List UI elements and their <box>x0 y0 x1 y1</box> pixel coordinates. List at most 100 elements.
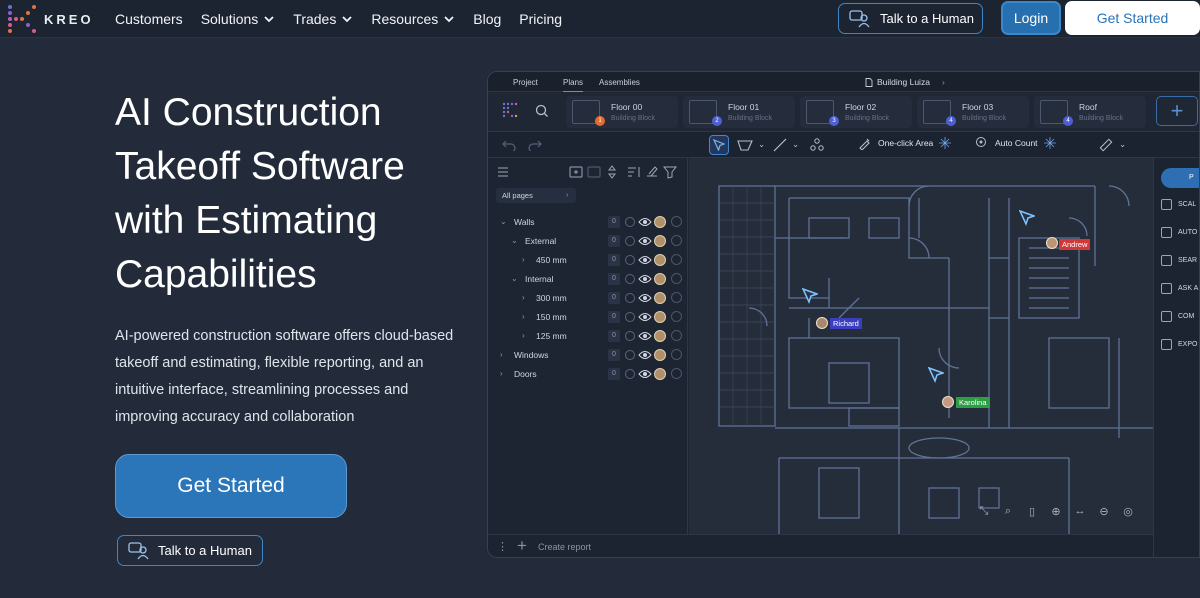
link-icon[interactable] <box>671 292 682 303</box>
3d-view-icon[interactable]: ◎ <box>1120 503 1136 519</box>
one-click-area-tool[interactable]: One-click Area <box>858 136 952 150</box>
floor-card[interactable]: 1 Floor 00 Building Block <box>566 96 678 128</box>
link-icon[interactable] <box>671 311 682 322</box>
eye-icon[interactable] <box>638 330 652 342</box>
login-button[interactable]: Login <box>1001 1 1061 35</box>
ruler-icon[interactable] <box>1099 138 1113 152</box>
chevron-down-icon[interactable]: ⌄ <box>511 236 518 245</box>
floor-card[interactable]: 3 Floor 02 Building Block <box>800 96 912 128</box>
color-dot-icon[interactable] <box>625 369 635 379</box>
floor-card[interactable]: 2 Floor 01 Building Block <box>683 96 795 128</box>
get-started-nav-button[interactable]: Get Started <box>1065 1 1200 35</box>
logo[interactable]: KREO <box>8 5 94 33</box>
chevron-right-icon[interactable]: › <box>500 350 503 359</box>
floor-plan-canvas[interactable]: Andrew Richard Karolina <box>689 158 1153 534</box>
tree-row[interactable]: ⌄ Walls 0 <box>488 213 688 232</box>
project-breadcrumb[interactable]: Building Luiza › <box>865 77 945 87</box>
nav-item-trades[interactable]: Trades <box>293 11 353 27</box>
eye-icon[interactable] <box>638 235 652 247</box>
get-started-button[interactable]: Get Started <box>115 454 347 518</box>
tab-project[interactable]: Project <box>513 78 538 87</box>
apps-grid-icon[interactable] <box>502 102 522 122</box>
color-dot-icon[interactable] <box>625 331 635 341</box>
tree-row[interactable]: › 150 mm 0 <box>488 308 688 327</box>
chevron-down-icon[interactable]: ⌄ <box>758 139 765 150</box>
chevron-right-icon[interactable]: › <box>522 331 525 340</box>
right-panel-item[interactable]: SCAL <box>1161 199 1196 210</box>
eye-icon[interactable] <box>638 254 652 266</box>
tree-row[interactable]: › 300 mm 0 <box>488 289 688 308</box>
undo-icon[interactable] <box>502 139 516 151</box>
eye-icon[interactable] <box>638 368 652 380</box>
map-icon[interactable]: ▯ <box>1024 503 1040 519</box>
nav-item-solutions[interactable]: Solutions <box>201 11 276 27</box>
link-icon[interactable] <box>671 254 682 265</box>
nav-item-pricing[interactable]: Pricing <box>519 11 562 27</box>
search-icon[interactable] <box>535 104 549 118</box>
link-icon[interactable] <box>671 349 682 360</box>
redo-icon[interactable] <box>528 139 542 151</box>
chevron-down-icon[interactable]: ⌄ <box>511 274 518 283</box>
chevron-down-icon[interactable]: ⌄ <box>500 217 507 226</box>
eye-icon[interactable] <box>638 349 652 361</box>
more-vertical-icon[interactable]: ⋮ <box>497 540 508 553</box>
chevron-right-icon[interactable]: › <box>522 293 525 302</box>
zoom-search-icon[interactable]: ⌕ <box>1000 503 1016 519</box>
auto-count-tool[interactable]: Auto Count <box>975 136 1056 150</box>
tree-row[interactable]: › 450 mm 0 <box>488 251 688 270</box>
color-dot-icon[interactable] <box>625 293 635 303</box>
line-tool-icon[interactable] <box>773 138 787 152</box>
chevron-right-icon[interactable]: › <box>522 312 525 321</box>
right-panel-item[interactable]: AUTO <box>1161 227 1197 238</box>
add-floor-button[interactable]: + <box>1156 96 1198 126</box>
color-dot-icon[interactable] <box>625 255 635 265</box>
eye-icon[interactable] <box>638 292 652 304</box>
right-panel-item[interactable]: EXPO <box>1161 339 1197 350</box>
color-dot-icon[interactable] <box>625 312 635 322</box>
plus-icon[interactable]: + <box>517 536 527 556</box>
talk-to-human-button[interactable]: Talk to a Human <box>838 3 983 34</box>
tree-row[interactable]: › Windows 0 <box>488 346 688 365</box>
nav-item-customers[interactable]: Customers <box>115 11 183 27</box>
eye-icon[interactable] <box>638 311 652 323</box>
chevron-right-icon[interactable]: › <box>522 255 525 264</box>
color-dot-icon[interactable] <box>625 350 635 360</box>
floor-card[interactable]: 4 Floor 03 Building Block <box>917 96 1029 128</box>
zoom-in-icon[interactable]: ⊕ <box>1048 503 1064 519</box>
chevron-down-icon[interactable]: ⌄ <box>792 139 799 150</box>
polygon-tool-icon[interactable] <box>737 139 753 151</box>
link-icon[interactable] <box>671 330 682 341</box>
fit-screen-icon[interactable]: ⤡ <box>976 503 992 519</box>
tree-row[interactable]: ⌄ Internal 0 <box>488 270 688 289</box>
nav-item-blog[interactable]: Blog <box>473 11 501 27</box>
right-panel-item[interactable]: ASK A <box>1161 283 1198 294</box>
color-dot-icon[interactable] <box>625 217 635 227</box>
link-icon[interactable] <box>671 235 682 246</box>
create-report-link[interactable]: Create report <box>538 542 591 552</box>
color-dot-icon[interactable] <box>625 236 635 246</box>
link-icon[interactable] <box>671 273 682 284</box>
tab-plans[interactable]: Plans <box>563 78 584 93</box>
link-icon[interactable] <box>671 368 682 379</box>
chevron-right-icon[interactable]: › <box>500 369 503 378</box>
right-panel-item[interactable]: COM <box>1161 311 1194 322</box>
talk-to-human-hero-button[interactable]: Talk to a Human <box>117 535 263 566</box>
all-pages-filter[interactable]: All pages › <box>496 188 576 203</box>
link-icon[interactable] <box>671 216 682 227</box>
right-panel-item[interactable]: SEAR <box>1161 255 1197 266</box>
tree-row[interactable]: › 125 mm 0 <box>488 327 688 346</box>
chevron-down-icon[interactable]: ⌄ <box>1119 139 1126 150</box>
tab-assemblies[interactable]: Assemblies <box>599 78 640 87</box>
zoom-out-icon[interactable]: ⊖ <box>1096 503 1112 519</box>
color-dot-icon[interactable] <box>625 274 635 284</box>
tree-row[interactable]: ⌄ External 0 <box>488 232 688 251</box>
eye-icon[interactable] <box>638 273 652 285</box>
right-panel-active-tab[interactable]: P <box>1161 168 1199 188</box>
floor-card[interactable]: 4 Roof Building Block <box>1034 96 1146 128</box>
panel-toolbar-icons[interactable] <box>496 164 686 180</box>
nav-item-resources[interactable]: Resources <box>371 11 455 27</box>
fit-width-icon[interactable]: ↔ <box>1072 503 1088 519</box>
eye-icon[interactable] <box>638 216 652 228</box>
tree-row[interactable]: › Doors 0 <box>488 365 688 384</box>
count-tool-icon[interactable] <box>810 138 824 152</box>
